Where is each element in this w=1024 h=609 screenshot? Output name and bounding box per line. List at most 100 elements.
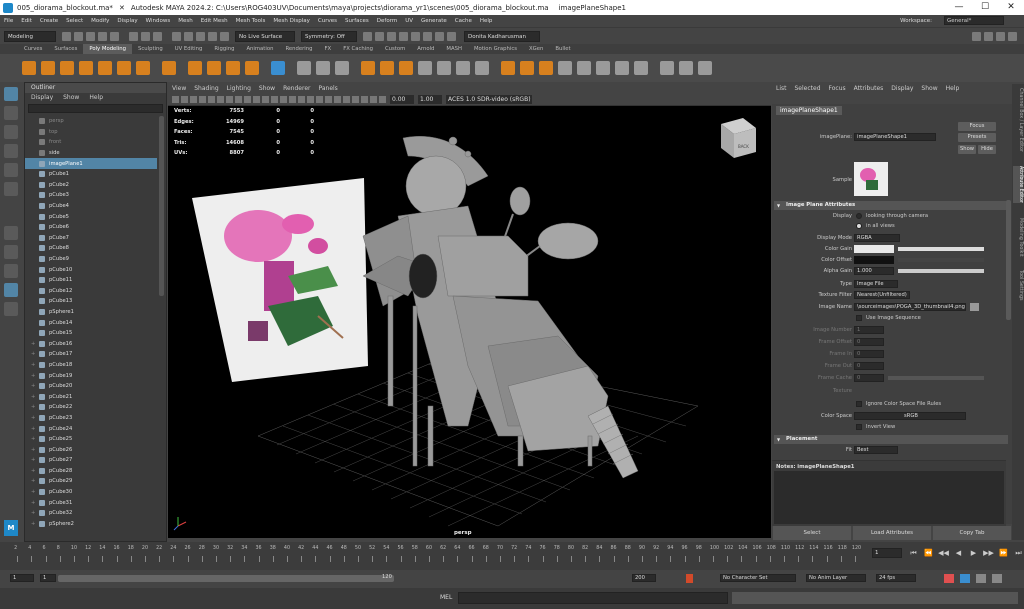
outliner-item[interactable]: pCube8 — [25, 243, 157, 254]
ae-menu-list[interactable]: List — [776, 84, 787, 94]
side-tab-modeling-toolkit[interactable]: Modeling Toolkit — [1013, 218, 1023, 257]
outliner-item[interactable]: top — [25, 127, 157, 138]
menu-cache[interactable]: Cache — [455, 18, 472, 24]
menu-deform[interactable]: Deform — [377, 18, 397, 24]
ae-alpha-gain-field[interactable]: 1.000 — [854, 267, 894, 275]
expand-icon[interactable]: + — [31, 362, 39, 368]
maximize-button[interactable]: ☐ — [972, 0, 998, 15]
workspace-dropdown[interactable]: General* — [944, 16, 1004, 25]
fps-dropdown[interactable]: 24 fps — [876, 574, 916, 582]
combine-icon[interactable] — [361, 61, 375, 75]
select-hierarchy-icon[interactable] — [129, 31, 138, 41]
expand-icon[interactable]: + — [31, 436, 39, 442]
ae-use-image-sequence-checkbox[interactable] — [856, 315, 862, 321]
ae-fit-dropdown[interactable]: Best — [854, 446, 898, 454]
anti-aliasing-icon[interactable] — [343, 96, 350, 103]
shelf-tab-custom[interactable]: Custom — [379, 44, 411, 54]
shelf-tab-motion-graphics[interactable]: Motion Graphics — [468, 44, 523, 54]
boolean-icon[interactable] — [399, 61, 413, 75]
poly-sphere-icon[interactable] — [22, 61, 36, 75]
single-pane-layout-icon[interactable] — [4, 226, 18, 240]
outliner-item[interactable]: + pCube20 — [25, 381, 157, 392]
menu-edit-mesh[interactable]: Edit Mesh — [201, 18, 228, 24]
arnold-ipr-icon[interactable] — [447, 31, 456, 41]
ae-menu-focus[interactable]: Focus — [829, 84, 846, 94]
ae-image-number-field[interactable]: 1 — [854, 326, 884, 334]
search-icon[interactable] — [4, 302, 18, 316]
ae-color-offset-slider[interactable] — [898, 258, 984, 262]
menu-display[interactable]: Display — [117, 18, 137, 24]
bridge-icon[interactable] — [520, 61, 534, 75]
side-tab-tool-settings[interactable]: Tool Settings — [1013, 270, 1023, 301]
outliner-item[interactable]: pCube10 — [25, 264, 157, 275]
menu-surfaces[interactable]: Surfaces — [345, 18, 369, 24]
outliner-item[interactable]: + pCube23 — [25, 413, 157, 424]
outliner-item[interactable]: persp — [25, 116, 157, 127]
expand-icon[interactable]: + — [31, 394, 39, 400]
ae-color-offset-swatch[interactable] — [854, 256, 894, 264]
textured-icon[interactable] — [298, 96, 305, 103]
character-set-dropdown[interactable]: No Character Set — [720, 574, 796, 582]
expand-icon[interactable]: + — [31, 500, 39, 506]
outliner-item[interactable]: + pCube21 — [25, 391, 157, 402]
menu-windows[interactable]: Windows — [146, 18, 171, 24]
command-language-label[interactable]: MEL — [440, 594, 452, 601]
file-tab[interactable]: 005_diorama_blockout.ma* — [17, 4, 113, 12]
bookmark-icon[interactable] — [190, 96, 197, 103]
menu-set-dropdown[interactable]: Modeling — [4, 30, 56, 42]
type-tool-icon[interactable] — [226, 61, 240, 75]
outliner-item[interactable]: + pCube31 — [25, 497, 157, 508]
paint-select-tool-icon[interactable] — [4, 125, 18, 139]
shelf-tab-rendering[interactable]: Rendering — [279, 44, 318, 54]
select-object-icon[interactable] — [141, 31, 150, 41]
outliner-scrollbar[interactable] — [159, 116, 164, 296]
live-surface-field[interactable]: No Live Surface — [235, 30, 295, 42]
reduce-icon[interactable] — [316, 61, 330, 75]
bevel-icon[interactable] — [539, 61, 553, 75]
snap-point-icon[interactable] — [196, 31, 205, 41]
new-scene-icon[interactable] — [62, 31, 71, 41]
ae-color-gain-slider[interactable] — [898, 247, 984, 251]
outliner-item[interactable]: imagePlane1 — [25, 158, 157, 169]
rotate-tool-icon[interactable] — [4, 163, 18, 177]
wireframe-on-shaded-icon[interactable] — [289, 96, 296, 103]
menu-edit[interactable]: Edit — [21, 18, 32, 24]
smooth-mesh-icon[interactable] — [297, 61, 311, 75]
shelf-tab-curves[interactable]: Curves — [18, 44, 48, 54]
ae-display-radio-camera[interactable] — [856, 213, 862, 219]
ae-type-dropdown[interactable]: Image File — [854, 280, 898, 288]
outliner-item[interactable]: pCube7 — [25, 233, 157, 244]
ae-load-attributes-button[interactable]: Load Attributes — [853, 526, 931, 540]
ambient-occlusion-icon[interactable] — [325, 96, 332, 103]
outliner-menu-display[interactable]: Display — [31, 93, 53, 103]
render-view-icon[interactable] — [375, 31, 384, 41]
render-settings-icon[interactable] — [411, 31, 420, 41]
loop-icon[interactable] — [944, 574, 954, 583]
curve-to-mesh-icon[interactable] — [207, 61, 221, 75]
toggle-attribute-editor-icon[interactable] — [984, 31, 993, 41]
menu-mesh-tools[interactable]: Mesh Tools — [236, 18, 266, 24]
menu-mesh[interactable]: Mesh — [178, 18, 192, 24]
shelf-tab-surfaces[interactable]: Surfaces — [48, 44, 83, 54]
select-component-icon[interactable] — [153, 31, 162, 41]
outliner-item[interactable]: pCube14 — [25, 317, 157, 328]
target-weld-icon[interactable] — [679, 61, 693, 75]
safe-action-icon[interactable] — [253, 96, 260, 103]
menu-generate[interactable]: Generate — [421, 18, 447, 24]
ae-color-gain-swatch[interactable] — [854, 245, 894, 253]
expand-icon[interactable]: + — [31, 373, 39, 379]
outliner-item[interactable]: + pCube28 — [25, 466, 157, 477]
outliner-item[interactable]: pCube6 — [25, 222, 157, 233]
outliner-item[interactable]: side — [25, 148, 157, 159]
play-forwards-button[interactable]: ▶ — [966, 548, 981, 558]
sweep-mesh-icon[interactable] — [188, 61, 202, 75]
playback-speed-icon[interactable] — [992, 574, 1002, 583]
expand-icon[interactable]: + — [31, 478, 39, 484]
poly-cube-icon[interactable] — [41, 61, 55, 75]
ae-texture-filter-dropdown[interactable]: Nearest(Unfiltered) — [854, 291, 910, 299]
grid-toggle-icon[interactable] — [271, 61, 285, 75]
ae-frame-out-field[interactable]: 0 — [854, 362, 884, 370]
toggle-tool-settings-icon[interactable] — [996, 31, 1005, 41]
poly-cylinder-icon[interactable] — [60, 61, 74, 75]
append-polygon-icon[interactable] — [615, 61, 629, 75]
